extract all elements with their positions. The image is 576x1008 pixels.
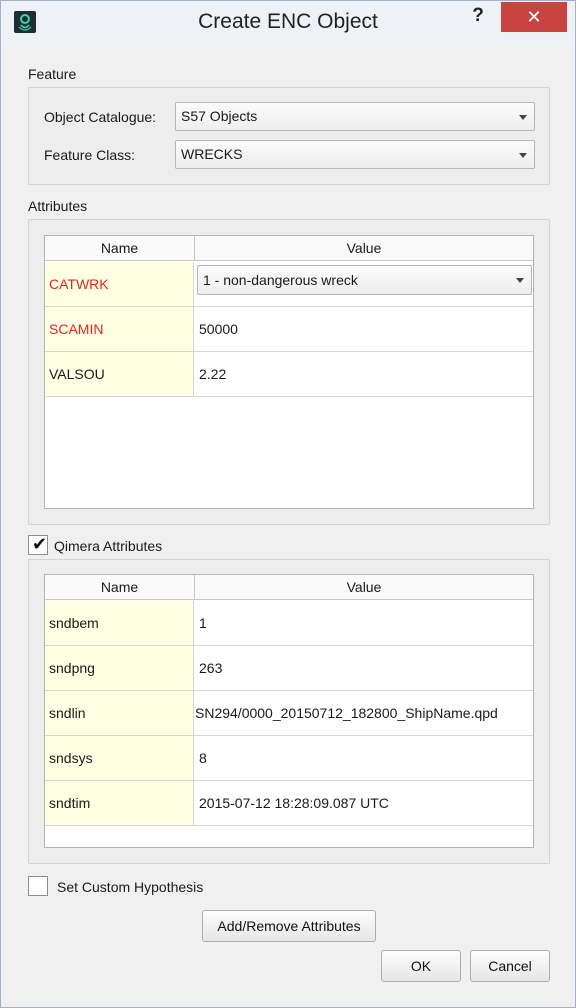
table-row[interactable]: sndlin SN294/0000_20150712_182800_ShipNa… — [45, 691, 533, 736]
qimera-attributes-table: Name Value sndbem 1 sndpng 263 sndlin SN… — [44, 574, 534, 848]
attributes-section-label: Attributes — [28, 198, 88, 214]
feature-section-label: Feature — [28, 66, 77, 82]
feature-class-value: WRECKS — [181, 146, 243, 162]
feature-class-combobox[interactable]: WRECKS — [175, 140, 535, 169]
object-catalogue-label: Object Catalogue: — [44, 109, 157, 125]
column-header-name[interactable]: Name — [45, 575, 195, 600]
qimera-attributes-label[interactable]: Qimera Attributes — [54, 538, 162, 554]
qimera-groupbox: Name Value sndbem 1 sndpng 263 sndlin SN… — [28, 559, 550, 864]
ok-button[interactable]: OK — [381, 950, 461, 982]
table-header: Name Value — [45, 575, 533, 600]
table-row[interactable]: SCAMIN 50000 — [45, 307, 533, 352]
column-header-name[interactable]: Name — [45, 236, 195, 261]
column-header-value[interactable]: Value — [195, 236, 533, 261]
checkmark-icon: ✔ — [32, 534, 48, 554]
attribute-value-cell[interactable]: 50000 — [195, 307, 533, 351]
cancel-button[interactable]: Cancel — [470, 950, 550, 982]
table-row[interactable]: CATWRK 1 - non-dangerous wreck — [45, 262, 533, 307]
close-icon[interactable]: ✕ — [501, 2, 567, 32]
add-remove-attributes-button[interactable]: Add/Remove Attributes — [202, 910, 376, 942]
custom-hypothesis-checkbox[interactable] — [28, 876, 48, 896]
attribute-name-cell[interactable]: sndbem — [45, 601, 194, 645]
feature-class-label: Feature Class: — [44, 147, 136, 163]
catwrk-value: 1 - non-dangerous wreck — [203, 272, 358, 288]
attribute-name-cell[interactable]: CATWRK — [45, 262, 194, 306]
attribute-name-cell[interactable]: sndpng — [45, 646, 194, 690]
qimera-attributes-checkbox[interactable]: ✔ — [28, 534, 48, 555]
table-row[interactable]: sndsys 8 — [45, 736, 533, 781]
object-catalogue-combobox[interactable]: S57 Objects — [175, 102, 535, 131]
dropdown-arrow-icon — [516, 278, 524, 283]
sndlin-value: SN294/0000_20150712_182800_ShipName.qpd — [195, 705, 498, 721]
attribute-value-cell[interactable]: 263 — [195, 646, 533, 690]
object-catalogue-value: S57 Objects — [181, 108, 258, 124]
attributes-table: Name Value CATWRK 1 - non-dangerous wrec… — [44, 235, 534, 509]
table-row[interactable]: sndtim 2015-07-12 18:28:09.087 UTC — [45, 781, 533, 826]
attribute-value-cell[interactable]: 1 - non-dangerous wreck — [195, 262, 533, 306]
table-row[interactable]: VALSOU 2.22 — [45, 352, 533, 397]
attribute-value-cell[interactable]: SN294/0000_20150712_182800_ShipName.qpd — [195, 691, 533, 735]
attribute-value-cell[interactable]: 1 — [195, 601, 533, 645]
table-row[interactable]: sndbem 1 — [45, 601, 533, 646]
table-row[interactable]: sndpng 263 — [45, 646, 533, 691]
custom-hypothesis-label[interactable]: Set Custom Hypothesis — [57, 879, 203, 895]
attribute-name-cell[interactable]: VALSOU — [45, 352, 194, 396]
attribute-name-cell[interactable]: SCAMIN — [45, 307, 194, 351]
attribute-value-cell[interactable]: 8 — [195, 736, 533, 780]
feature-groupbox: Object Catalogue: S57 Objects Feature Cl… — [28, 87, 550, 185]
dropdown-arrow-icon — [519, 153, 527, 158]
create-enc-object-dialog: Create ENC Object ? ✕ Feature Object Cat… — [0, 0, 576, 1008]
title-bar: Create ENC Object ? ✕ — [1, 1, 575, 46]
attribute-name-cell[interactable]: sndsys — [45, 736, 194, 780]
help-icon[interactable]: ? — [463, 5, 493, 29]
column-header-value[interactable]: Value — [195, 575, 533, 600]
table-header: Name Value — [45, 236, 533, 261]
attribute-name-cell[interactable]: sndlin — [45, 691, 194, 735]
catwrk-value-combobox[interactable]: 1 - non-dangerous wreck — [197, 265, 532, 295]
attribute-name-cell[interactable]: sndtim — [45, 781, 194, 825]
attribute-value-cell[interactable]: 2015-07-12 18:28:09.087 UTC — [195, 781, 533, 825]
dropdown-arrow-icon — [519, 115, 527, 120]
attributes-groupbox: Name Value CATWRK 1 - non-dangerous wrec… — [28, 219, 550, 525]
attribute-value-cell[interactable]: 2.22 — [195, 352, 533, 396]
